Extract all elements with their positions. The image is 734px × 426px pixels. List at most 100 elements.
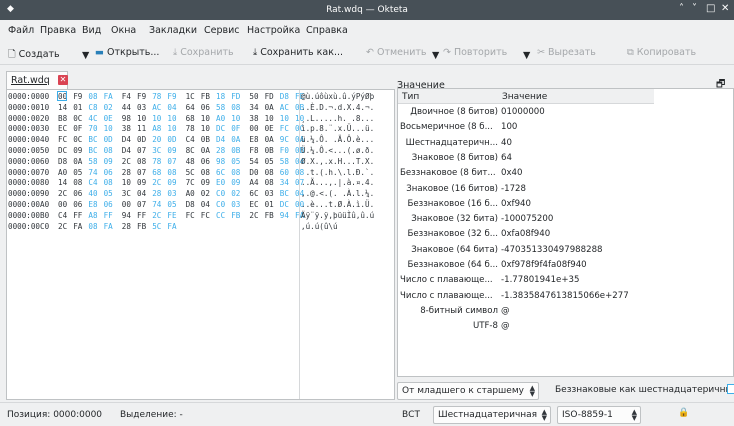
hex-byte[interactable]: FF (104, 211, 113, 221)
row-text[interactable]: ü.¼.Ô. .Ä.Ô.è... (301, 135, 374, 145)
menu-settings[interactable]: Настройка (247, 25, 300, 36)
menu-bookmarks[interactable]: Закладки (149, 25, 197, 36)
decoder-row[interactable]: 8-битный символ @ (398, 304, 654, 319)
hex-byte[interactable]: 70 (88, 124, 97, 134)
hex-byte[interactable]: BC (280, 189, 289, 199)
hex-byte[interactable]: 20 (152, 135, 161, 145)
hex-byte[interactable]: C8 (88, 103, 97, 113)
hex-byte[interactable]: 08 (265, 178, 274, 188)
hex-editor-view[interactable]: 0000:0000 00 F9 08 FA F4 F9 78 F9 1C FB 18 FD 50 FD D8 F… (6, 89, 395, 400)
hex-byte[interactable]: 34 (249, 103, 258, 113)
hex-byte[interactable]: 58 (216, 103, 225, 113)
hex-byte[interactable]: 54 (249, 157, 258, 167)
hex-byte[interactable]: E8 (88, 200, 97, 210)
hex-byte[interactable]: 7C (186, 178, 195, 188)
hex-byte[interactable]: 78 (152, 92, 161, 102)
hex-byte[interactable]: 10 (231, 114, 240, 124)
hex-byte[interactable]: 0A (73, 157, 82, 167)
hex-byte[interactable]: 48 (186, 157, 195, 167)
column-header-value[interactable]: Значение (502, 92, 547, 102)
decoder-value[interactable]: 0xf940 (501, 199, 531, 209)
decoder-value[interactable]: 0x40 (501, 168, 523, 178)
hex-byte[interactable]: 08 (265, 168, 274, 178)
undo-button[interactable]: ↶ Отменить (366, 47, 427, 58)
decoder-row[interactable]: Беззнаковое (16 б... 0xf940 (398, 197, 654, 212)
hex-byte[interactable]: 34 (280, 178, 289, 188)
hex-byte[interactable]: F4 (122, 92, 131, 102)
decoder-value[interactable]: 64 (501, 153, 512, 163)
hex-byte[interactable]: 0A (201, 146, 210, 156)
hex-byte[interactable]: E0 (216, 178, 225, 188)
hex-byte[interactable]: 9C (280, 135, 289, 145)
hex-byte[interactable]: D0 (249, 168, 258, 178)
hex-byte[interactable]: 10 (167, 114, 176, 124)
hex-byte[interactable]: FF (73, 211, 82, 221)
hex-byte[interactable]: FB (137, 222, 146, 232)
decoder-row[interactable]: UTF-8 @ (398, 319, 654, 334)
hex-byte[interactable]: 06 (73, 189, 82, 199)
hex-byte[interactable]: 10 (167, 124, 176, 134)
hex-byte[interactable]: 03 (265, 189, 274, 199)
hex-byte[interactable]: 03 (137, 103, 146, 113)
hex-byte[interactable]: 0B (201, 135, 210, 145)
hex-byte[interactable]: C4 (58, 211, 67, 221)
hex-byte[interactable]: D4 (122, 146, 131, 156)
hex-byte[interactable]: 08 (201, 168, 210, 178)
row-text[interactable]: ..è...t.Ø.À.ì.Ü. (301, 200, 374, 210)
decoder-row[interactable]: Число с плавающе... -1.77801941e+35 (398, 273, 654, 288)
hex-byte[interactable]: 98 (216, 157, 225, 167)
hex-byte[interactable]: FA (104, 92, 113, 102)
hex-byte[interactable]: 0A (265, 103, 274, 113)
hex-byte[interactable]: 38 (249, 114, 258, 124)
hex-byte[interactable]: 3C (152, 146, 161, 156)
hex-byte[interactable]: 74 (88, 168, 97, 178)
hex-byte[interactable]: C4 (186, 135, 195, 145)
row-text[interactable]: ,.@.<.(. .À.l.¼. (301, 189, 374, 199)
hex-byte[interactable]: 02 (201, 189, 210, 199)
hex-byte[interactable]: 10 (104, 124, 113, 134)
decoder-value[interactable]: 40 (501, 138, 512, 148)
hex-byte[interactable]: 09 (167, 146, 176, 156)
hex-byte[interactable]: 07 (137, 200, 146, 210)
hex-byte[interactable]: FA (73, 222, 82, 232)
hex-byte[interactable]: 06 (104, 200, 113, 210)
hex-byte[interactable]: D4 (122, 135, 131, 145)
hex-byte[interactable]: 74 (152, 200, 161, 210)
hex-byte[interactable]: 06 (201, 157, 210, 167)
hex-byte[interactable]: 08 (137, 157, 146, 167)
hex-byte[interactable]: 8C (186, 146, 195, 156)
hex-byte[interactable]: 10 (137, 114, 146, 124)
hex-byte[interactable]: 01 (73, 103, 82, 113)
hex-byte[interactable]: 11 (137, 124, 146, 134)
hex-byte[interactable]: 10 (201, 114, 210, 124)
hex-byte[interactable]: 09 (231, 178, 240, 188)
decoder-value[interactable]: -1728 (501, 184, 526, 194)
hex-byte[interactable]: F9 (137, 92, 146, 102)
hex-byte[interactable]: 04 (167, 103, 176, 113)
hex-byte[interactable]: FB (201, 92, 210, 102)
hex-byte[interactable]: D8 (280, 92, 289, 102)
keep-above-icon[interactable]: ˄ (679, 3, 684, 14)
hex-byte[interactable]: 60 (280, 168, 289, 178)
hex-byte[interactable]: EC (249, 200, 258, 210)
hex-byte[interactable]: A8 (152, 124, 161, 134)
hex-byte[interactable]: 02 (231, 189, 240, 199)
hex-byte[interactable]: 5C (186, 168, 195, 178)
hex-byte[interactable]: BC (88, 135, 97, 145)
hex-byte[interactable]: 0B (231, 146, 240, 156)
hex-byte[interactable]: A8 (88, 211, 97, 221)
hex-byte[interactable]: 0C (73, 114, 82, 124)
hex-byte[interactable]: 0D (137, 135, 146, 145)
hex-byte[interactable]: 08 (104, 178, 113, 188)
hex-byte[interactable]: 3C (122, 189, 131, 199)
hex-byte[interactable]: 0A (265, 135, 274, 145)
hex-byte[interactable]: 05 (167, 200, 176, 210)
hex-byte[interactable]: 05 (73, 168, 82, 178)
hex-byte[interactable]: 07 (137, 146, 146, 156)
hex-byte[interactable]: A0 (186, 189, 195, 199)
hex-byte[interactable]: FA (104, 222, 113, 232)
decoder-row[interactable]: Знаковое (32 бита) -100075200 (398, 212, 654, 227)
status-insert-mode[interactable]: ВСТ (402, 410, 420, 420)
document-tab[interactable]: Rat.wdq ✕ (6, 71, 68, 89)
hex-byte[interactable]: F0 (280, 146, 289, 156)
